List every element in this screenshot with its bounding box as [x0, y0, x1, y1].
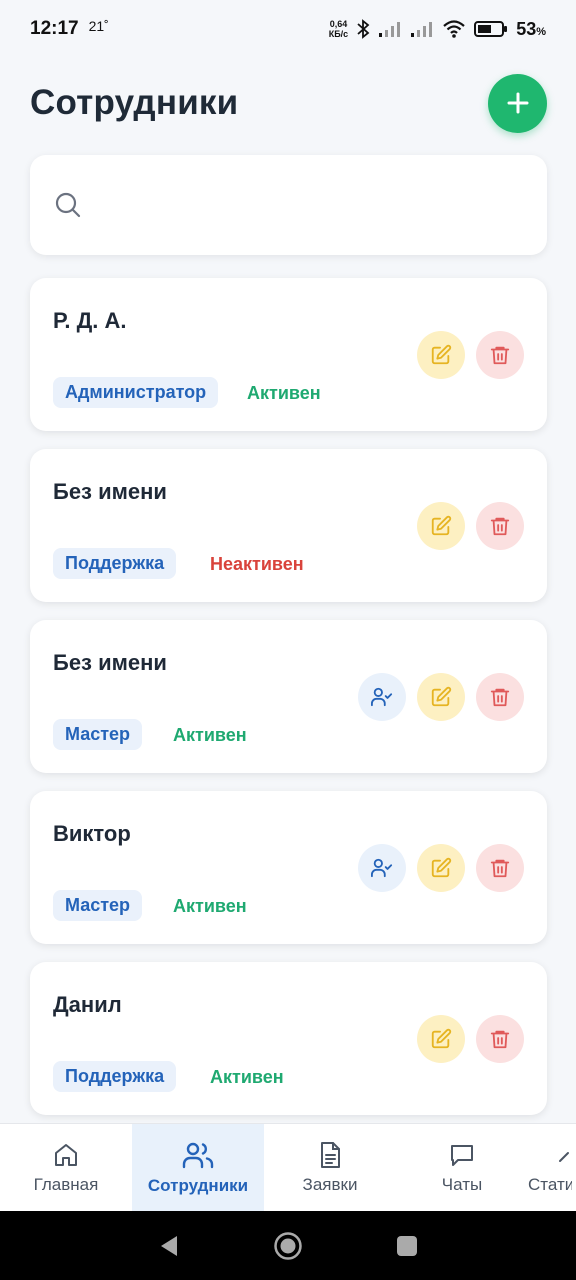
status-label: Неактивен	[210, 554, 304, 574]
status-icons: 0,64 КБ/с 53%	[329, 19, 546, 40]
employee-card[interactable]: Р. Д. А. Администратор Активен	[30, 278, 547, 431]
nav-label: Сотрудники	[147, 1175, 249, 1195]
users-icon	[182, 1142, 214, 1168]
assign-button[interactable]	[358, 844, 406, 892]
trash-icon	[490, 859, 510, 878]
edit-icon	[431, 1028, 452, 1049]
edit-button[interactable]	[417, 502, 465, 550]
employee-card[interactable]: Без имени Поддержка Неактивен	[30, 449, 547, 602]
network-speed: 0,64 КБ/с	[329, 19, 348, 39]
search-input[interactable]	[96, 193, 496, 217]
status-label: Активен	[210, 1067, 284, 1087]
employee-name: Р. Д. А.	[53, 308, 127, 333]
delete-button[interactable]	[476, 1015, 524, 1063]
nav-item-employees[interactable]: Сотрудники	[132, 1124, 264, 1211]
employee-name: Данил	[53, 992, 122, 1017]
network-speed-value: 0,64	[329, 19, 348, 29]
role-badge: Мастер	[53, 719, 143, 750]
delete-button[interactable]	[476, 331, 524, 379]
back-icon[interactable]	[157, 1233, 181, 1259]
add-employee-button[interactable]	[488, 73, 547, 133]
card-actions	[358, 673, 524, 721]
status-bar: 12:17 21˚ 0,64 КБ/с 53%	[0, 0, 576, 58]
status-label: Активен	[173, 725, 247, 745]
battery-unit: %	[536, 25, 546, 38]
page-title: Сотрудники	[30, 83, 239, 122]
bluetooth-icon	[357, 19, 370, 39]
home-circle-icon[interactable]	[273, 1231, 303, 1261]
document-icon	[321, 1141, 340, 1168]
edit-button[interactable]	[417, 331, 465, 379]
delete-button[interactable]	[476, 844, 524, 892]
role-badge: Мастер	[53, 890, 143, 921]
nav-item-chats[interactable]: Чаты	[396, 1124, 528, 1211]
user-check-icon	[370, 858, 393, 878]
edit-button[interactable]	[417, 673, 465, 721]
edit-button[interactable]	[417, 844, 465, 892]
edit-icon	[431, 515, 452, 536]
network-speed-unit: КБ/с	[328, 29, 349, 39]
edit-button[interactable]	[417, 1015, 465, 1063]
delete-button[interactable]	[476, 673, 524, 721]
status-label: Активен	[173, 896, 247, 916]
card-actions	[417, 1015, 524, 1063]
card-actions	[417, 331, 524, 379]
trash-icon	[490, 1030, 510, 1049]
employee-list: Р. Д. А. Администратор Активен Без имени…	[30, 278, 547, 1133]
battery-percent: 53%	[516, 19, 546, 40]
signal-icon-2	[411, 22, 433, 37]
user-check-icon	[370, 687, 393, 707]
recents-icon[interactable]	[395, 1234, 419, 1258]
trash-icon	[490, 346, 510, 365]
edit-icon	[431, 686, 452, 707]
employee-name: Виктор	[53, 821, 131, 846]
nav-label: Чаты	[441, 1174, 483, 1194]
plus-icon	[507, 92, 528, 114]
nav-label: Заявки	[302, 1174, 358, 1194]
home-icon	[55, 1143, 77, 1166]
employee-card[interactable]: Без имени Мастер Активен	[30, 620, 547, 773]
search-icon	[55, 192, 81, 218]
edit-icon	[431, 857, 452, 878]
role-badge: Поддержка	[53, 548, 177, 579]
employee-card[interactable]: Данил Поддержка Активен	[30, 962, 547, 1115]
employee-card[interactable]: Виктор Мастер Активен	[30, 791, 547, 944]
battery-icon	[474, 21, 508, 37]
nav-item-requests[interactable]: Заявки	[264, 1124, 396, 1211]
nav-label: Стати	[528, 1174, 572, 1194]
card-actions	[358, 844, 524, 892]
page-header: Сотрудники	[30, 73, 547, 133]
chart-icon	[559, 1151, 569, 1162]
wifi-icon	[443, 20, 465, 38]
card-actions	[417, 502, 524, 550]
trash-icon	[490, 688, 510, 707]
chat-icon	[451, 1144, 473, 1166]
status-label: Активен	[247, 383, 321, 403]
battery-value: 53	[516, 18, 537, 39]
status-temperature: 21˚	[88, 18, 109, 34]
signal-icon	[379, 22, 401, 37]
assign-button[interactable]	[358, 673, 406, 721]
delete-button[interactable]	[476, 502, 524, 550]
bottom-nav: Главная Сотрудники Заявки Чаты Стати	[0, 1123, 576, 1211]
nav-label: Главная	[33, 1174, 99, 1194]
role-badge: Поддержка	[53, 1061, 177, 1092]
system-nav-bar	[0, 1211, 576, 1280]
edit-icon	[431, 344, 452, 365]
employee-name: Без имени	[53, 479, 167, 504]
employee-name: Без имени	[53, 650, 167, 675]
role-badge: Администратор	[53, 377, 219, 408]
nav-item-stats[interactable]: Стати	[528, 1124, 572, 1211]
trash-icon	[490, 517, 510, 536]
nav-item-home[interactable]: Главная	[0, 1124, 132, 1211]
search-box[interactable]	[30, 155, 547, 255]
status-time: 12:17	[30, 18, 79, 39]
